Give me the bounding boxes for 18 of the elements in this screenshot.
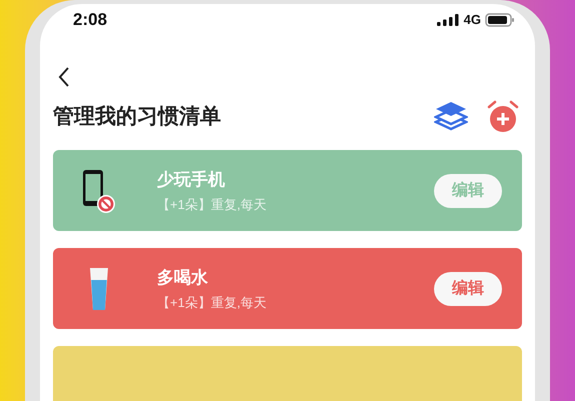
back-icon[interactable]: [58, 66, 70, 88]
habit-title: 多喝水: [157, 267, 209, 289]
signal-icon: [436, 14, 460, 26]
habit-schedule: 【+1朵】重复,每天: [157, 294, 268, 312]
water-glass-icon: [88, 266, 110, 312]
alarm-add-icon[interactable]: [486, 100, 520, 134]
habit-card[interactable]: 多喝水 【+1朵】重复,每天 编辑: [53, 248, 522, 329]
layers-icon[interactable]: [434, 101, 468, 133]
battery-icon: [485, 13, 515, 27]
edit-button[interactable]: 编辑: [434, 174, 502, 208]
habit-card[interactable]: 少玩手机 【+1朵】重复,每天 编辑: [53, 150, 522, 231]
habit-title: 少玩手机: [157, 169, 226, 191]
edit-button[interactable]: 编辑: [434, 272, 502, 306]
page-title: 管理我的习惯清单: [53, 104, 221, 130]
status-time: 2:08: [73, 9, 108, 32]
network-label: 4G: [464, 11, 481, 30]
blocked-phone-icon: [81, 168, 117, 214]
habit-schedule: 【+1朵】重复,每天: [157, 196, 268, 214]
